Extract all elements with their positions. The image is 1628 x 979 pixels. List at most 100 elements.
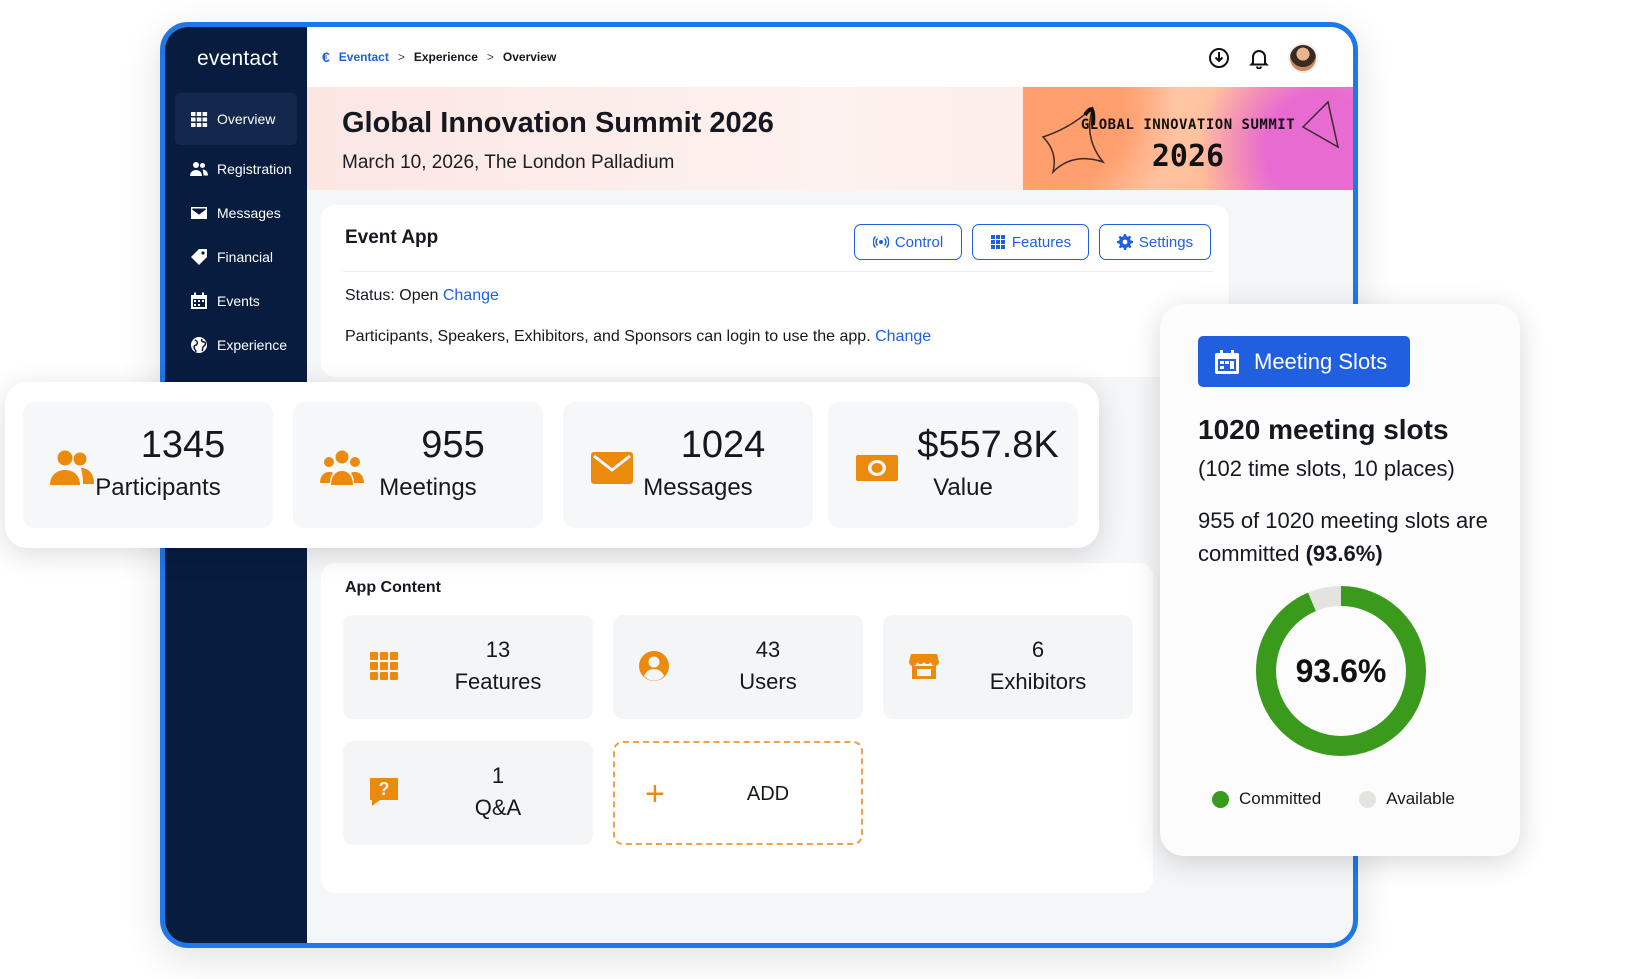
event-app-card: Event App Control Features Settings Stat… <box>321 205 1229 377</box>
tile-exhibitors[interactable]: 6 Exhibitors <box>883 615 1133 719</box>
breadcrumb-separator: > <box>486 50 494 64</box>
settings-button[interactable]: Settings <box>1099 224 1211 260</box>
event-artwork: GLOBAL INNOVATION SUMMIT 2026 <box>1023 87 1353 190</box>
bell-icon[interactable] <box>1248 47 1270 69</box>
broadcast-icon <box>872 235 889 249</box>
control-button-label: Control <box>894 233 944 251</box>
change-access-link[interactable]: Change <box>875 328 931 345</box>
apps-grid-icon <box>367 649 401 683</box>
meeting-slots-badge[interactable]: Meeting Slots <box>1198 336 1410 387</box>
legend-dot-committed <box>1212 790 1229 808</box>
meeting-slots-headline: 1020 meeting slots <box>1198 414 1449 445</box>
tile-value: 13 <box>485 637 511 662</box>
sidebar-item-messages[interactable]: Messages <box>175 191 297 235</box>
access-text: Participants, Speakers, Exhibitors, and … <box>345 328 871 345</box>
artwork-year: 2026 <box>1151 139 1225 174</box>
meeting-slots-card: Meeting Slots 1020 meeting slots (102 ti… <box>1160 304 1520 856</box>
app-content-card: App Content 13 Features 43 Users 6 Exhib… <box>321 563 1153 893</box>
tile-value: 43 <box>755 637 781 662</box>
plus-icon: + <box>645 775 665 813</box>
app-content-title: App Content <box>345 579 441 596</box>
stat-value: 1024 <box>680 424 766 466</box>
tile-label: Q&A <box>474 795 522 820</box>
stat-value: 955 <box>421 424 485 466</box>
sidebar-item-label: Experience <box>217 337 288 353</box>
sidebar-item-label: Registration <box>217 161 292 177</box>
add-label: ADD <box>746 783 790 805</box>
stat-value-money: $557.8K Value <box>828 402 1078 528</box>
breadcrumb-overview: Overview <box>502 50 557 64</box>
event-app-title: Event App <box>345 227 439 248</box>
features-button[interactable]: Features <box>972 224 1089 260</box>
committed-percent: (93.6%) <box>1305 541 1383 566</box>
stat-meetings: 955 Meetings <box>293 402 543 528</box>
users-icon <box>189 160 208 179</box>
top-bar: € Eventact > Experience > Overview <box>307 27 1353 87</box>
calendar-icon <box>189 292 208 311</box>
calendar-icon <box>1215 349 1239 374</box>
tile-label: Exhibitors <box>989 669 1087 694</box>
breadcrumb-separator: > <box>397 50 405 64</box>
stat-value: $557.8K <box>917 424 1059 466</box>
divider <box>343 271 1213 272</box>
stat-participants: 1345 Participants <box>23 402 273 528</box>
donut-center-label: 93.6% <box>1295 652 1387 689</box>
tile-label: Users <box>739 669 797 694</box>
sidebar-item-overview[interactable]: Overview <box>175 93 297 145</box>
eventact-icon: € <box>322 49 330 65</box>
stats-panel: 1345 Participants 955 Meetings 1024 Mess… <box>5 382 1099 548</box>
sidebar-item-label: Financial <box>217 249 274 265</box>
change-status-link[interactable]: Change <box>443 287 499 304</box>
sidebar-item-label: Events <box>217 293 260 309</box>
event-title: Global Innovation Summit 2026 <box>342 107 774 139</box>
tile-features[interactable]: 13 Features <box>343 615 593 719</box>
event-banner: Global Innovation Summit 2026 March 10, … <box>307 87 1353 190</box>
tile-qa[interactable]: ? 1 Q&A <box>343 741 593 845</box>
envelope-icon <box>189 204 208 223</box>
tile-value: 6 <box>1031 637 1045 662</box>
sidebar-item-experience[interactable]: Experience <box>175 323 297 367</box>
stat-value: 1345 <box>140 424 226 466</box>
meeting-slots-description: 955 of 1020 meeting slots are committed … <box>1198 504 1498 570</box>
help-download-icon[interactable] <box>1208 47 1230 69</box>
legend-dot-available <box>1359 790 1377 808</box>
tile-label: Features <box>454 669 542 694</box>
stat-label: Meetings <box>379 474 477 501</box>
app-access: Participants, Speakers, Exhibitors, and … <box>345 328 931 346</box>
chart-legend: Committed Available <box>1212 789 1455 809</box>
top-actions <box>1208 43 1318 73</box>
tag-icon <box>189 248 208 267</box>
meeting-slots-breakdown: (102 time slots, 10 places) <box>1198 456 1455 481</box>
legend-committed: Committed <box>1212 789 1321 809</box>
stat-messages: 1024 Messages <box>563 402 813 528</box>
sidebar-item-events[interactable]: Events <box>175 279 297 323</box>
tile-users[interactable]: 43 Users <box>613 615 863 719</box>
breadcrumb-eventact[interactable]: Eventact <box>339 50 389 64</box>
sidebar-item-financial[interactable]: Financial <box>175 235 297 279</box>
stat-label: Value <box>933 474 993 501</box>
sidebar-item-label: Overview <box>217 111 276 127</box>
app-status: Status: Open Change <box>345 287 499 305</box>
avatar[interactable] <box>1288 43 1318 73</box>
breadcrumb: € Eventact > Experience > Overview <box>322 49 556 65</box>
control-button[interactable]: Control <box>854 224 962 260</box>
settings-button-label: Settings <box>1138 233 1194 251</box>
status-text: Status: Open <box>345 287 439 304</box>
grid-icon <box>189 110 208 129</box>
artwork-title: GLOBAL INNOVATION SUMMIT <box>1080 117 1296 133</box>
tile-value: 1 <box>491 763 505 788</box>
gear-icon <box>1116 234 1133 250</box>
stat-label: Messages <box>643 474 753 501</box>
brand-logo: eventact <box>197 47 278 70</box>
globe-icon <box>189 336 208 355</box>
legend-label: Available <box>1386 789 1455 808</box>
event-date-venue: March 10, 2026, The London Palladium <box>342 152 675 173</box>
legend-available: Available <box>1359 789 1455 809</box>
stat-label: Participants <box>95 474 221 501</box>
add-content-button[interactable]: + ADD <box>613 741 863 845</box>
meeting-slots-badge-label: Meeting Slots <box>1254 348 1388 374</box>
features-button-label: Features <box>1011 233 1072 251</box>
sidebar-item-label: Messages <box>217 205 281 221</box>
sidebar-item-registration[interactable]: Registration <box>175 147 297 191</box>
breadcrumb-experience[interactable]: Experience <box>414 50 478 64</box>
